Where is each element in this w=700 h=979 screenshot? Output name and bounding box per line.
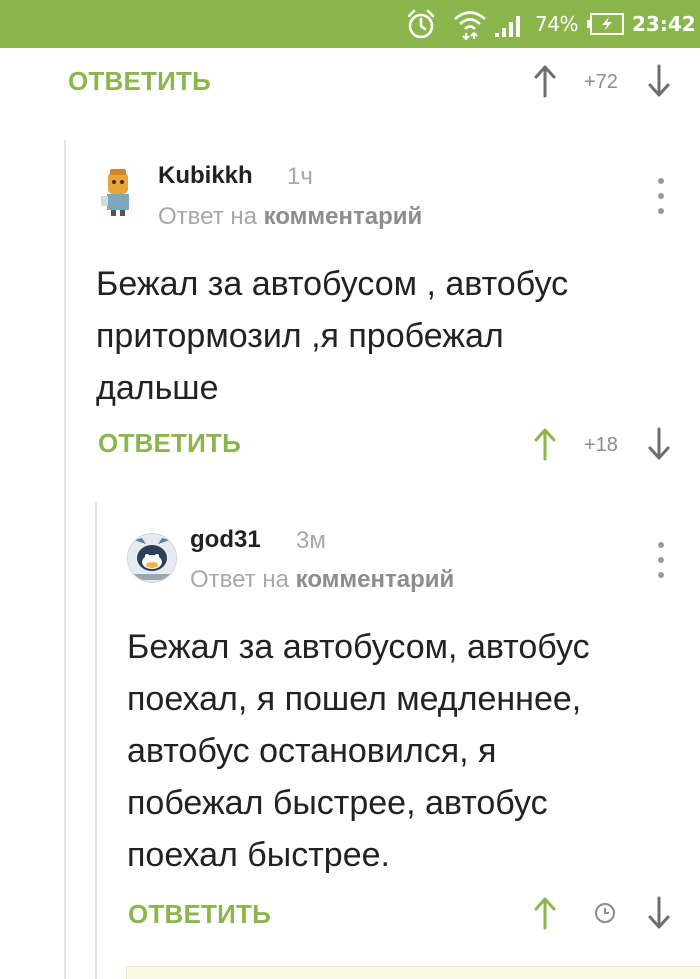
comment-text-line: притормозил ,я пробежал <box>96 317 504 355</box>
thread-line <box>95 502 97 979</box>
battery-charging-icon <box>587 0 625 48</box>
reply-to-link[interactable]: комментарий <box>264 203 423 230</box>
reply-to-prefix: Ответ на <box>190 566 289 593</box>
clock-icon <box>595 903 615 923</box>
upvote-button[interactable] <box>534 427 556 461</box>
comment-text-line: дальше <box>96 369 219 407</box>
reply-button[interactable]: ОТВЕТИТЬ <box>98 428 241 459</box>
comment-text: Бежал за автобусом, автобус поехал, я по… <box>127 621 667 881</box>
user-avatar-icon <box>101 169 129 216</box>
comment-text-line: поехал быстрее. <box>127 836 390 874</box>
reply-to-label[interactable]: Ответ на комментарий <box>190 566 454 594</box>
comment-text-line: побежал быстрее, автобус <box>127 784 548 822</box>
comment-time: 1ч <box>287 163 313 190</box>
battery-percentage: 74% <box>535 12 578 36</box>
more-options-icon[interactable] <box>651 542 671 578</box>
avatar[interactable] <box>127 533 177 583</box>
arrow-up-icon <box>534 897 556 930</box>
more-options-icon[interactable] <box>651 178 671 214</box>
reply-button[interactable]: ОТВЕТИТЬ <box>68 66 211 97</box>
signal-icon <box>494 0 526 48</box>
wifi-icon <box>452 0 488 48</box>
clock-time: 23:42 <box>632 12 696 36</box>
reply-input-box[interactable] <box>126 966 700 979</box>
arrow-up-icon <box>534 65 556 98</box>
alarm-icon <box>404 0 438 48</box>
comment-rating: +18 <box>584 434 618 456</box>
rating-hidden-clock <box>594 902 616 924</box>
reply-to-label[interactable]: Ответ на комментарий <box>158 203 422 231</box>
comment-rating: +72 <box>584 71 618 93</box>
upvote-button[interactable] <box>534 896 556 930</box>
downvote-button[interactable] <box>648 427 670 461</box>
arrow-up-icon <box>534 428 556 461</box>
upvote-button[interactable] <box>534 64 556 98</box>
comment-time: 3м <box>296 527 326 554</box>
arrow-down-icon <box>648 896 670 929</box>
comment-text: Бежал за автобусом , автобус притормозил… <box>96 258 656 414</box>
reply-to-link[interactable]: комментарий <box>296 566 455 593</box>
downvote-button[interactable] <box>648 64 670 98</box>
status-bar: 74% 23:42 <box>0 0 700 48</box>
username[interactable]: Kubikkh <box>158 162 253 190</box>
reply-button[interactable]: ОТВЕТИТЬ <box>128 899 271 930</box>
comment-text-line: Бежал за автобусом, автобус <box>127 628 590 666</box>
downvote-button[interactable] <box>648 896 670 930</box>
username[interactable]: god31 <box>190 526 261 554</box>
comment-text-line: автобус остановился, я <box>127 732 497 770</box>
thread-line <box>64 140 66 979</box>
comment-text-line: Бежал за автобусом , автобус <box>96 265 569 303</box>
arrow-down-icon <box>648 64 670 97</box>
avatar[interactable] <box>98 166 136 218</box>
user-avatar-icon <box>128 534 176 582</box>
comment-text-line: поехал, я пошел медленнее, <box>127 680 582 718</box>
reply-to-prefix: Ответ на <box>158 203 257 230</box>
arrow-down-icon <box>648 427 670 460</box>
